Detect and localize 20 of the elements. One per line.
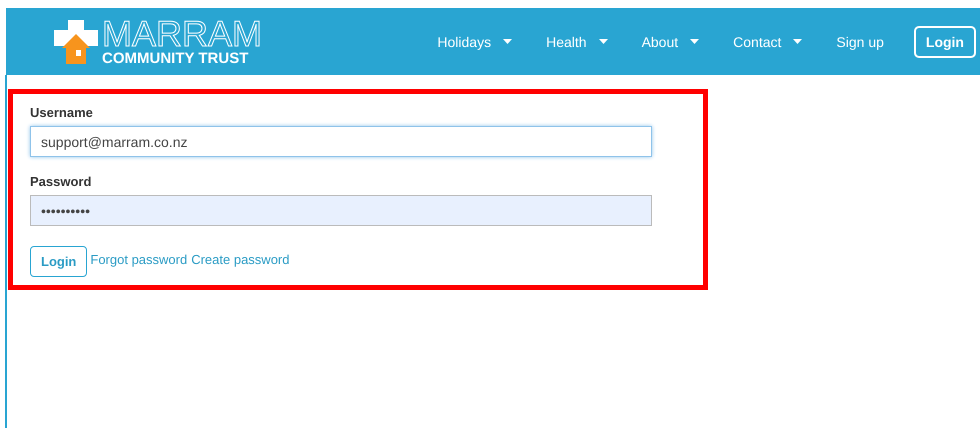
- caret-icon: [690, 39, 700, 44]
- brand-title: MARRAM: [102, 17, 262, 51]
- nav-link[interactable]: About: [642, 34, 700, 50]
- field-label: Password: [30, 174, 92, 189]
- login-button[interactable]: Login: [30, 246, 88, 277]
- nav-link[interactable]: Holidays: [437, 34, 512, 50]
- caret-icon: [598, 39, 608, 44]
- nav-link[interactable]: Health: [546, 34, 608, 50]
- logo-icon: [54, 20, 98, 64]
- brand-subtitle: COMMUNITY TRUST: [102, 51, 250, 66]
- input-field[interactable]: support@marram.co.nz: [30, 126, 652, 157]
- field-label: Username: [30, 105, 94, 120]
- caret-icon: [793, 39, 802, 44]
- link[interactable]: Forgot password: [90, 252, 188, 267]
- link[interactable]: Create password: [191, 252, 290, 267]
- caret-icon: [503, 39, 512, 44]
- nav-link[interactable]: Sign up: [836, 34, 884, 50]
- input-field[interactable]: ••••••••••: [30, 195, 652, 226]
- login-button[interactable]: Login: [914, 26, 976, 58]
- nav-link[interactable]: Contact: [733, 34, 802, 50]
